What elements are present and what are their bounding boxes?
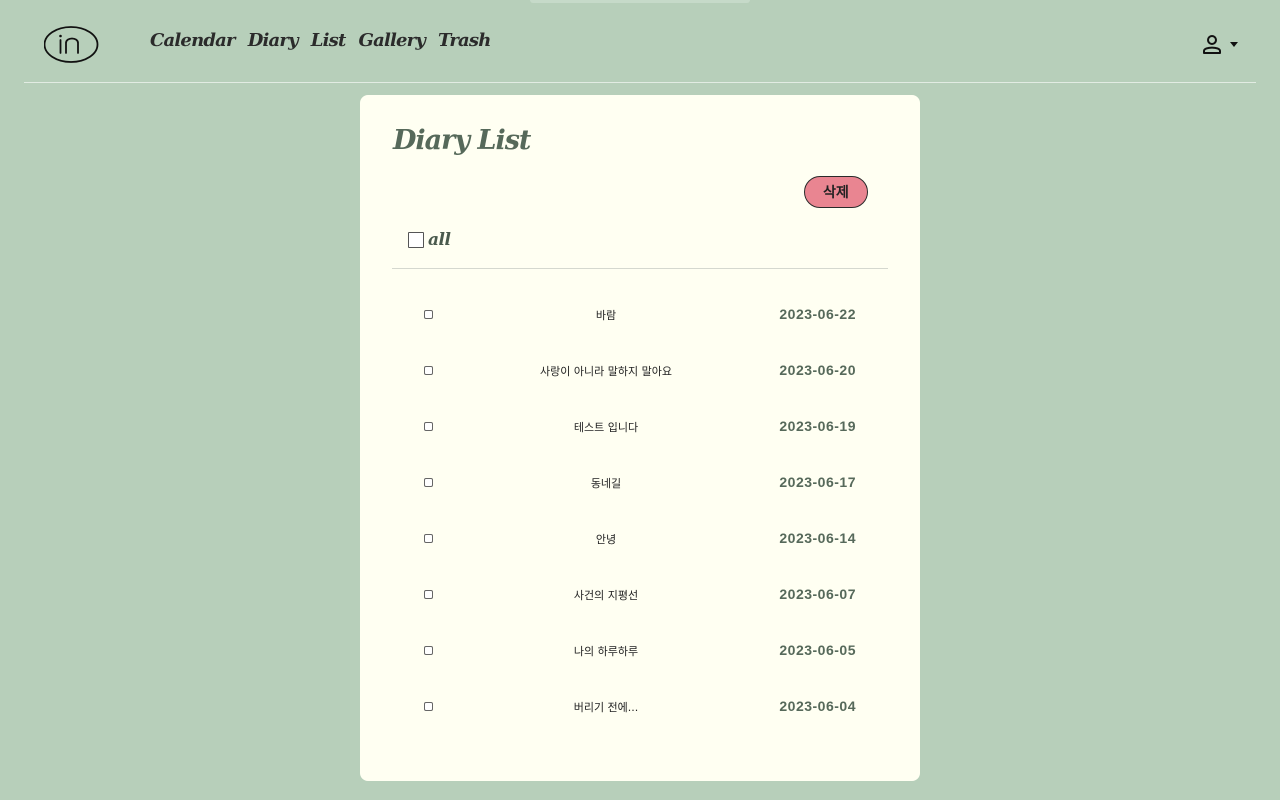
select-all-label: all — [428, 230, 451, 250]
diary-list-card: Diary List 삭제 all 바람 2023-06-22 사랑이 아니라 … — [360, 95, 920, 781]
entry-date: 2023-06-05 — [779, 642, 856, 658]
entry-title[interactable]: 버리기 전에... — [466, 699, 746, 715]
nav-trash[interactable]: Trash — [438, 30, 491, 51]
select-all: all — [408, 230, 451, 250]
entry-checkbox[interactable] — [424, 478, 433, 487]
entry-title[interactable]: 안녕 — [466, 531, 746, 547]
nav-gallery[interactable]: Gallery — [359, 30, 426, 51]
list-item: 안녕 2023-06-14 — [392, 511, 888, 567]
entry-title[interactable]: 바람 — [466, 307, 746, 323]
list-item: 사건의 지평선 2023-06-07 — [392, 567, 888, 623]
logo-icon — [43, 26, 99, 63]
list-item: 사랑이 아니라 말하지 말아요 2023-06-20 — [392, 343, 888, 399]
list-item: 동네길 2023-06-17 — [392, 455, 888, 511]
entry-date: 2023-06-20 — [779, 362, 856, 378]
nav-calendar[interactable]: Calendar — [150, 30, 236, 51]
delete-button[interactable]: 삭제 — [804, 176, 868, 208]
list-item: 나의 하루하루 2023-06-05 — [392, 623, 888, 679]
nav-list[interactable]: List — [311, 30, 347, 51]
entry-title[interactable]: 사건의 지평선 — [466, 587, 746, 603]
entry-checkbox[interactable] — [424, 646, 433, 655]
entry-date: 2023-06-17 — [779, 474, 856, 490]
list-item: 테스트 입니다 2023-06-19 — [392, 399, 888, 455]
main-nav: Calendar Diary List Gallery Trash — [150, 30, 491, 51]
diary-entries: 바람 2023-06-22 사랑이 아니라 말하지 말아요 2023-06-20… — [392, 287, 888, 735]
list-item: 바람 2023-06-22 — [392, 287, 888, 343]
entry-date: 2023-06-04 — [779, 698, 856, 714]
entry-title[interactable]: 나의 하루하루 — [466, 643, 746, 659]
entry-date: 2023-06-19 — [779, 418, 856, 434]
entry-title[interactable]: 동네길 — [466, 475, 746, 491]
entry-checkbox[interactable] — [424, 422, 433, 431]
nav-diary[interactable]: Diary — [248, 30, 299, 51]
entry-title[interactable]: 사랑이 아니라 말하지 말아요 — [466, 363, 746, 379]
entry-checkbox[interactable] — [424, 702, 433, 711]
entry-date: 2023-06-14 — [779, 530, 856, 546]
list-item: 버리기 전에... 2023-06-04 — [392, 679, 888, 735]
entry-checkbox[interactable] — [424, 366, 433, 375]
page-title: Diary List — [393, 125, 531, 156]
select-all-checkbox[interactable] — [408, 232, 424, 248]
entry-date: 2023-06-22 — [779, 306, 856, 322]
caret-down-icon — [1230, 41, 1238, 47]
navbar: Calendar Diary List Gallery Trash — [24, 0, 1256, 83]
logo[interactable] — [43, 26, 99, 63]
entry-checkbox[interactable] — [424, 534, 433, 543]
entry-title[interactable]: 테스트 입니다 — [466, 419, 746, 435]
divider — [392, 268, 888, 269]
user-menu-toggle[interactable] — [1202, 34, 1238, 54]
entry-checkbox[interactable] — [424, 310, 433, 319]
user-icon — [1203, 35, 1221, 54]
entry-date: 2023-06-07 — [779, 586, 856, 602]
entry-checkbox[interactable] — [424, 590, 433, 599]
